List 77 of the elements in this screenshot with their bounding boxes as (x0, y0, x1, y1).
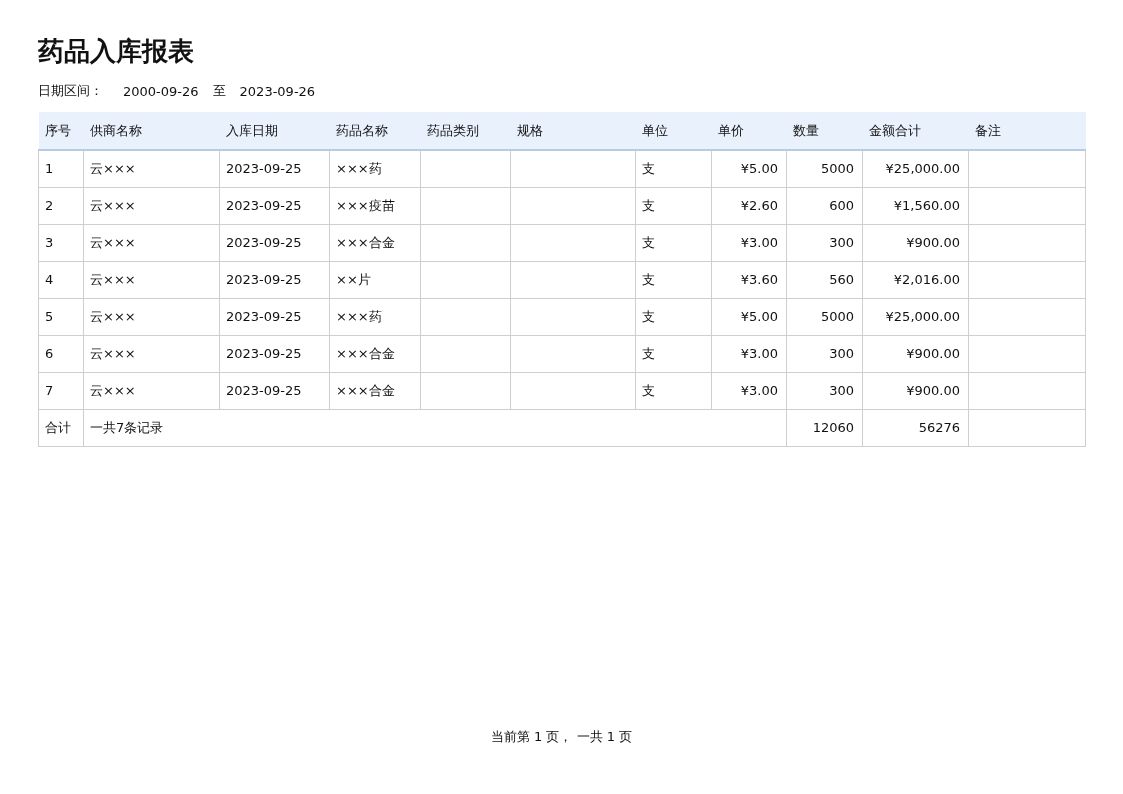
table-cell: 300 (786, 224, 863, 261)
table-cell: 2023-09-25 (219, 224, 330, 261)
column-header: 数量 (792, 122, 819, 138)
table-cell: 5000 (786, 150, 863, 187)
column-header: 金额合计 (868, 122, 921, 138)
table-cell: ×××疫苗 (329, 187, 421, 224)
table-cell: 2 (38, 187, 84, 224)
date-separator: 至 (212, 82, 226, 100)
table-cell: ¥3.00 (711, 224, 787, 261)
table-cell: 云××× (83, 335, 220, 372)
table-cell: 支 (635, 224, 712, 261)
table-cell: ¥3.60 (711, 261, 787, 298)
table-cell: ×××合金 (329, 335, 421, 372)
table-cell: ×××药 (329, 150, 421, 187)
table-cell: 2023-09-25 (219, 150, 330, 187)
column-header: 序号 (44, 122, 71, 138)
column-header: 单价 (717, 122, 744, 138)
table-cell: ¥25,000.00 (862, 298, 969, 335)
table-cell: 300 (786, 335, 863, 372)
table-cell: ¥5.00 (711, 298, 787, 335)
table-cell: 600 (786, 187, 863, 224)
table-cell: 云××× (83, 298, 220, 335)
column-header: 入库日期 (225, 122, 278, 138)
table-cell: 2023-09-25 (219, 298, 330, 335)
table-cell: 2023-09-25 (219, 187, 330, 224)
table-cell: 云××× (83, 224, 220, 261)
table-cell: ¥5.00 (711, 150, 787, 187)
table-cell: 一共7条记录 (83, 409, 787, 446)
column-header: 规格 (516, 122, 543, 138)
table-cell: 7 (38, 372, 84, 409)
column-header: 备注 (974, 122, 1001, 138)
table-cell: 支 (635, 150, 712, 187)
table-cell: 支 (635, 261, 712, 298)
start-date: 2000-09-26 (123, 83, 199, 99)
table-cell: 4 (38, 261, 84, 298)
table-cell: 6 (38, 335, 84, 372)
table-cell: ×××药 (329, 298, 421, 335)
table-cell: ¥3.00 (711, 372, 787, 409)
table-cell: 2023-09-25 (219, 261, 330, 298)
table-cell: 云××× (83, 187, 220, 224)
table-cell: ×××合金 (329, 372, 421, 409)
table-cell: ××片 (329, 261, 421, 298)
table-cell: 支 (635, 298, 712, 335)
date-range-label: 日期区间： (38, 82, 103, 100)
table-cell: 2023-09-25 (219, 335, 330, 372)
table-cell: 560 (786, 261, 863, 298)
table-cell: 云××× (83, 261, 220, 298)
table-cell: ¥900.00 (862, 224, 969, 261)
table-cell: 300 (786, 372, 863, 409)
table-cell: ¥2,016.00 (862, 261, 969, 298)
table-cell: ¥1,560.00 (862, 187, 969, 224)
table-cell: 支 (635, 335, 712, 372)
end-date: 2023-09-26 (239, 83, 316, 99)
column-header: 供商名称 (89, 122, 142, 138)
table-cell: 云××× (83, 150, 220, 187)
column-header: 药品名称 (335, 122, 388, 138)
table-cell: 支 (635, 372, 712, 409)
report-title: 药品入库报表 (38, 35, 195, 68)
table-cell: ¥900.00 (862, 335, 969, 372)
table-cell: 云××× (83, 372, 220, 409)
table-cell: ¥3.00 (711, 335, 787, 372)
table-cell: 合计 (38, 409, 84, 446)
column-header: 药品类别 (426, 122, 479, 138)
page-indicator: 当前第 1 页， 一共 1 页 (490, 729, 633, 744)
table-cell: ¥25,000.00 (862, 150, 969, 187)
table-cell: 56276 (862, 409, 969, 446)
column-header: 单位 (641, 122, 668, 138)
table-cell: 5000 (786, 298, 863, 335)
table-cell: ×××合金 (329, 224, 421, 261)
table-cell: 5 (38, 298, 84, 335)
table-cell: ¥2.60 (711, 187, 787, 224)
table-cell: 3 (38, 224, 84, 261)
table-cell: 2023-09-25 (219, 372, 330, 409)
table-cell: 支 (635, 187, 712, 224)
table-cell: 1 (38, 150, 84, 187)
table-cell: 12060 (786, 409, 863, 446)
table-cell: ¥900.00 (862, 372, 969, 409)
